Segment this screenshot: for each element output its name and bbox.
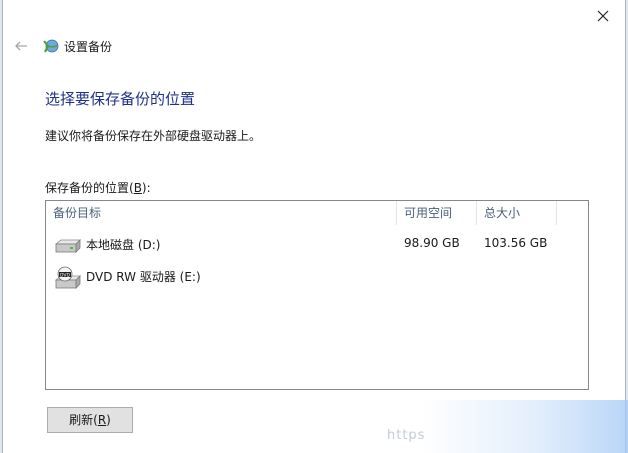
column-header-total-size[interactable]: 总大小 xyxy=(477,201,557,225)
page-title: 选择要保存备份的位置 xyxy=(45,90,196,108)
total-size-value: 103.56 GB xyxy=(484,236,548,250)
dvd-drive-icon: DVD xyxy=(52,266,82,290)
column-header-free-space[interactable]: 可用空间 xyxy=(397,201,477,225)
list-item[interactable]: 本地磁盘 (D:) 98.90 GB 103.56 GB xyxy=(46,229,588,259)
close-icon[interactable] xyxy=(595,8,611,24)
list-header: 备份目标 可用空间 总大小 xyxy=(46,201,588,225)
list-item[interactable]: DVD DVD RW 驱动器 (E:) xyxy=(46,261,588,291)
setup-backup-window: 设置备份 选择要保存备份的位置 建议你将备份保存在外部硬盘驱动器上。 保存备份的… xyxy=(2,0,626,453)
free-space-value: 98.90 GB xyxy=(404,236,460,250)
backup-location-label: 保存备份的位置(B): xyxy=(45,181,151,195)
svg-text:DVD: DVD xyxy=(60,272,70,278)
watermark-text: https xyxy=(387,428,426,443)
refresh-button[interactable]: 刷新(R) xyxy=(47,407,133,433)
page-description: 建议你将备份保存在外部硬盘驱动器上。 xyxy=(45,129,262,143)
backup-destination-list[interactable]: 备份目标 可用空间 总大小 本地磁盘 (D:) 98.90 GB 103.56 … xyxy=(45,200,589,390)
hard-disk-icon xyxy=(52,234,82,258)
window-title: 设置备份 xyxy=(64,40,113,54)
column-header-target[interactable]: 备份目标 xyxy=(46,201,397,225)
drive-name: 本地磁盘 (D:) xyxy=(86,238,161,252)
drive-name: DVD RW 驱动器 (E:) xyxy=(86,270,201,284)
backup-globe-icon xyxy=(42,37,60,55)
back-arrow-icon[interactable] xyxy=(13,38,29,54)
